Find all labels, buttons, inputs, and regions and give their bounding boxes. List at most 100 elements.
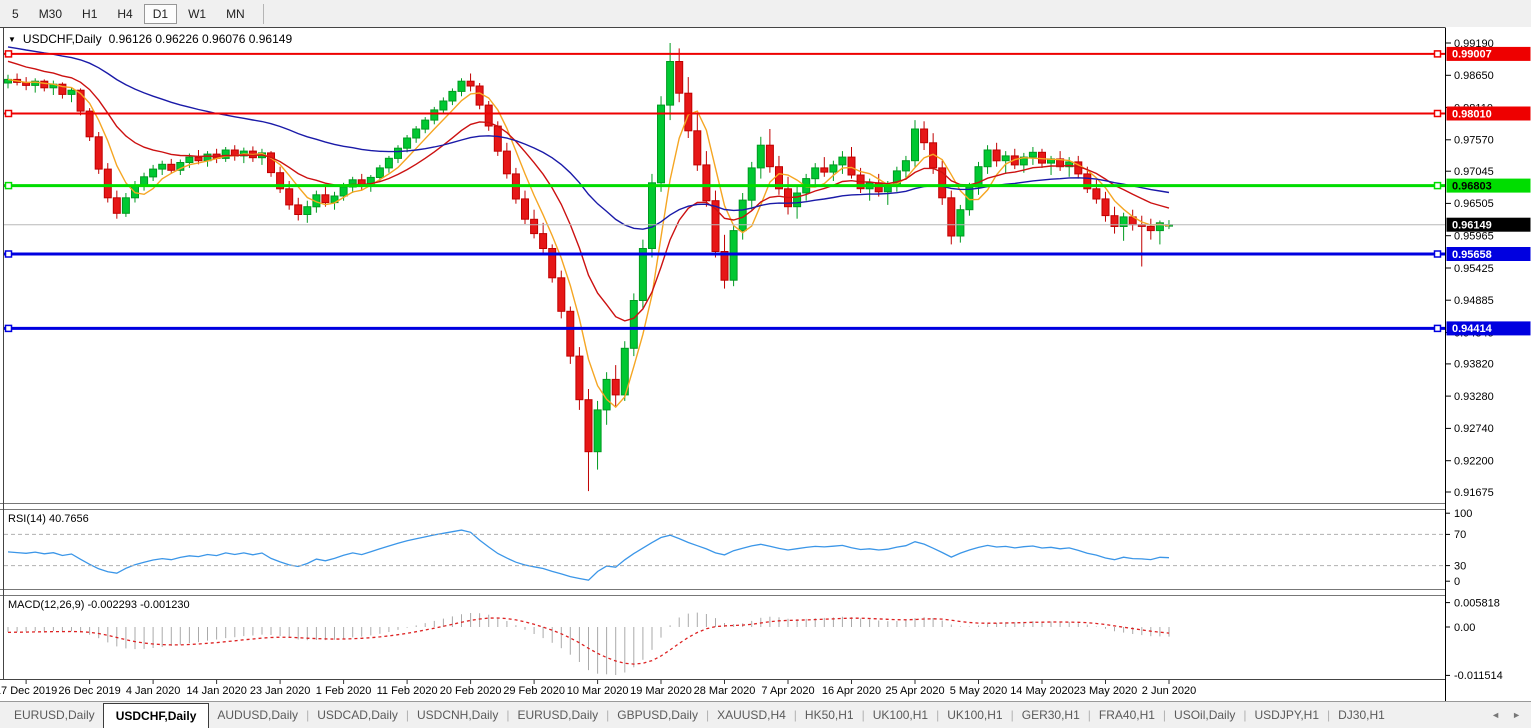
candle-body: [150, 169, 157, 177]
candle-body: [322, 195, 329, 203]
tab-scroll-right-icon[interactable]: ►: [1512, 710, 1521, 720]
candle-body: [449, 91, 456, 101]
chart-tab-xauusd-h4[interactable]: XAUUSD,H4: [709, 702, 794, 728]
candle-body: [630, 301, 637, 349]
candle-body: [1102, 199, 1109, 216]
candle-body: [685, 93, 692, 131]
candle-body: [458, 81, 465, 91]
price-tick-label: 0.97570: [1454, 135, 1494, 147]
candle-body: [41, 81, 48, 88]
chart-tab-fra40-h1[interactable]: FRA40,H1: [1091, 702, 1163, 728]
candle-body: [295, 205, 302, 215]
date-tick-label: 7 Apr 2020: [761, 685, 814, 697]
candle-body: [1039, 152, 1046, 163]
candle-body: [95, 137, 102, 169]
date-tick-label: 4 Jan 2020: [126, 685, 180, 697]
chart-tab-ger30-h1[interactable]: GER30,H1: [1014, 702, 1088, 728]
hline-handle[interactable]: [1435, 251, 1441, 257]
price-chart[interactable]: 0.991900.986500.981100.975700.970450.965…: [0, 27, 1531, 701]
timeframe-button-h4[interactable]: H4: [108, 4, 141, 24]
rsi-axis-label: 70: [1454, 529, 1466, 541]
timeframe-button-d1[interactable]: D1: [144, 4, 177, 24]
timeframe-button-h1[interactable]: H1: [73, 4, 106, 24]
timeframe-button-mn[interactable]: MN: [217, 4, 254, 24]
chart-tab-dj30-h1[interactable]: DJ30,H1: [1330, 702, 1393, 728]
price-badge-0.95658-label: 0.95658: [1452, 249, 1492, 261]
candle-body: [286, 189, 293, 205]
chart-tab-audusd-daily[interactable]: AUDUSD,Daily: [209, 702, 306, 728]
candle-body: [649, 183, 656, 249]
date-tick-label: 5 May 2020: [950, 685, 1007, 697]
price-tick-label: 0.98650: [1454, 70, 1494, 82]
candle-body: [821, 168, 828, 172]
chart-tab-uk100-h1[interactable]: UK100,H1: [865, 702, 936, 728]
hline-handle[interactable]: [6, 111, 12, 117]
timeframe-button-5[interactable]: 5: [3, 4, 28, 24]
timeframe-button-w1[interactable]: W1: [179, 4, 215, 24]
candle-body: [340, 187, 347, 196]
price-badge-0.94414-label: 0.94414: [1452, 323, 1493, 335]
hline-handle[interactable]: [6, 51, 12, 57]
chart-window[interactable]: 0.991900.986500.981100.975700.970450.965…: [0, 27, 1531, 701]
candle-body: [830, 165, 837, 172]
chart-ohlc-values: 0.96126 0.96226 0.96076 0.96149: [109, 32, 293, 46]
date-tick-label: 11 Feb 2020: [377, 685, 438, 697]
chart-tab-usdcnh-daily[interactable]: USDCNH,Daily: [409, 702, 506, 728]
candle-body: [667, 62, 674, 106]
price-tick-label: 0.92740: [1454, 423, 1494, 435]
price-tick-label: 0.92200: [1454, 456, 1494, 468]
toolbar-separator: [263, 4, 264, 24]
date-tick-label: 23 May 2020: [1074, 685, 1138, 697]
price-tick-label: 0.91675: [1454, 487, 1494, 499]
candle-body: [957, 210, 964, 236]
date-tick-label: 14 May 2020: [1010, 685, 1074, 697]
price-tick-label: 0.94885: [1454, 295, 1494, 307]
date-tick-label: 29 Feb 2020: [503, 685, 565, 697]
price-tick-label: 0.97045: [1454, 166, 1494, 178]
date-tick-label: 16 Apr 2020: [822, 685, 881, 697]
candle-body: [748, 168, 755, 200]
rsi-axis-label: 100: [1454, 508, 1472, 520]
chart-tab-usoil-daily[interactable]: USOil,Daily: [1166, 702, 1243, 728]
candle-body: [812, 168, 819, 179]
date-tick-label: 14 Jan 2020: [186, 685, 247, 697]
date-tick-label: 26 Dec 2019: [58, 685, 120, 697]
macd-indicator-label: MACD(12,26,9) -0.002293 -0.001230: [8, 599, 190, 611]
candle-body: [639, 249, 646, 301]
candle-body: [86, 111, 93, 137]
hline-handle[interactable]: [1435, 183, 1441, 189]
candle-body: [594, 410, 601, 452]
chart-tab-usdchf-daily[interactable]: USDCHF,Daily: [103, 703, 210, 728]
candle-body: [522, 199, 529, 219]
macd-axis-label: -0.011514: [1454, 670, 1503, 682]
timeframe-toolbar: 5M30H1H4D1W1MN: [0, 0, 1531, 27]
chart-background: [0, 27, 1445, 701]
symbol-dropdown-icon[interactable]: ▼: [8, 35, 16, 44]
price-tick-label: 0.95965: [1454, 231, 1494, 243]
hline-handle[interactable]: [1435, 111, 1441, 117]
date-tick-label: 25 Apr 2020: [885, 685, 944, 697]
candle-body: [966, 187, 973, 210]
chart-tab-usdcad-daily[interactable]: USDCAD,Daily: [309, 702, 406, 728]
tab-scroll-left-icon[interactable]: ◄: [1491, 710, 1500, 720]
candle-body: [757, 145, 764, 168]
hline-handle[interactable]: [6, 251, 12, 257]
timeframe-button-m30[interactable]: M30: [30, 4, 71, 24]
chart-tab-eurusd-daily[interactable]: EURUSD,Daily: [509, 702, 606, 728]
bid-price-badge-label: 0.96149: [1452, 220, 1492, 232]
candle-body: [304, 207, 311, 215]
chart-tab-eurusd-daily[interactable]: EURUSD,Daily: [6, 702, 103, 728]
chart-tab-gbpusd-daily[interactable]: GBPUSD,Daily: [609, 702, 706, 728]
hline-handle[interactable]: [1435, 325, 1441, 331]
hline-handle[interactable]: [6, 183, 12, 189]
candle-body: [68, 90, 75, 94]
price-badge-0.98010-label: 0.98010: [1452, 108, 1492, 120]
hline-handle[interactable]: [6, 325, 12, 331]
chart-tab-hk50-h1[interactable]: HK50,H1: [797, 702, 862, 728]
chart-tab-usdjpy-h1[interactable]: USDJPY,H1: [1247, 702, 1327, 728]
price-tick-label: 0.93820: [1454, 359, 1494, 371]
chart-tab-uk100-h1[interactable]: UK100,H1: [939, 702, 1010, 728]
candle-body: [721, 252, 728, 281]
hline-handle[interactable]: [1435, 51, 1441, 57]
date-tick-label: 20 Feb 2020: [440, 685, 502, 697]
